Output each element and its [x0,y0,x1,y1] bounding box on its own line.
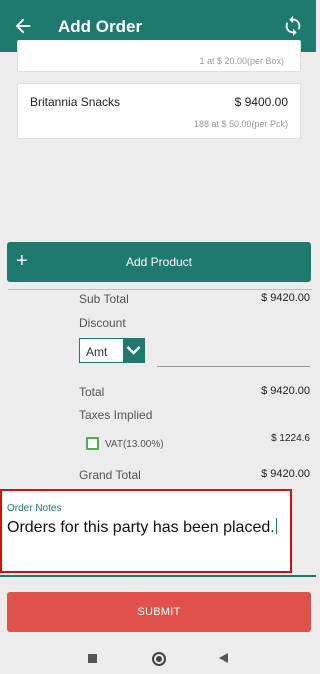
order-notes-text: Orders for this party has been placed. [7,519,275,536]
discount-type-value: Amt [86,345,108,359]
product-card[interactable]: 1 at $ 20.00(per Box) [17,40,301,72]
taxes-implied-label: Taxes Implied [79,408,153,422]
product-card[interactable]: Britannia Snacks $ 9400.00 188 at $ 50.0… [17,83,301,139]
triangle-back-icon[interactable] [219,653,228,663]
submit-button[interactable]: SUBMIT [7,592,311,632]
chevron-down-icon [123,339,144,362]
vat-checkbox[interactable] [86,437,99,450]
product-name: Britannia Snacks [30,95,121,109]
vat-value: $ 1224.6 [271,433,310,444]
arrow-left-icon[interactable] [12,15,34,37]
total-value: $ 9420.00 [261,385,310,397]
circle-icon[interactable] [152,652,166,666]
subtotal-value: $ 9420.00 [261,292,310,304]
square-icon[interactable] [88,654,97,663]
divider [8,289,312,290]
add-product-button[interactable]: + Add Product [7,242,311,282]
discount-label: Discount [79,316,126,330]
product-detail: 188 at $ 50.00(per Pck) [193,119,288,129]
text-cursor [275,518,277,534]
total-label: Total [79,385,105,399]
sync-icon[interactable] [282,15,304,37]
product-amount: $ 9400.00 [234,95,288,109]
discount-amount-input[interactable] [157,366,310,367]
page-title: Add Order [58,17,143,36]
vat-label: VAT(13.00%) [105,439,164,450]
grand-total-label: Grand Total [79,468,141,482]
order-notes-field[interactable]: Order Notes Orders for this party has be… [0,489,292,573]
order-notes-label: Order Notes [7,503,62,514]
product-detail: 1 at $ 20.00(per Box) [199,56,284,66]
system-nav-bar [0,642,316,674]
order-notes-input[interactable]: Orders for this party has been placed. [7,518,277,537]
add-product-label: Add Product [125,255,193,269]
notes-underline [0,575,316,577]
subtotal-label: Sub Total [79,292,129,306]
grand-total-value: $ 9420.00 [261,468,310,480]
submit-label: SUBMIT [137,606,181,618]
discount-type-select[interactable]: Amt [79,338,145,363]
